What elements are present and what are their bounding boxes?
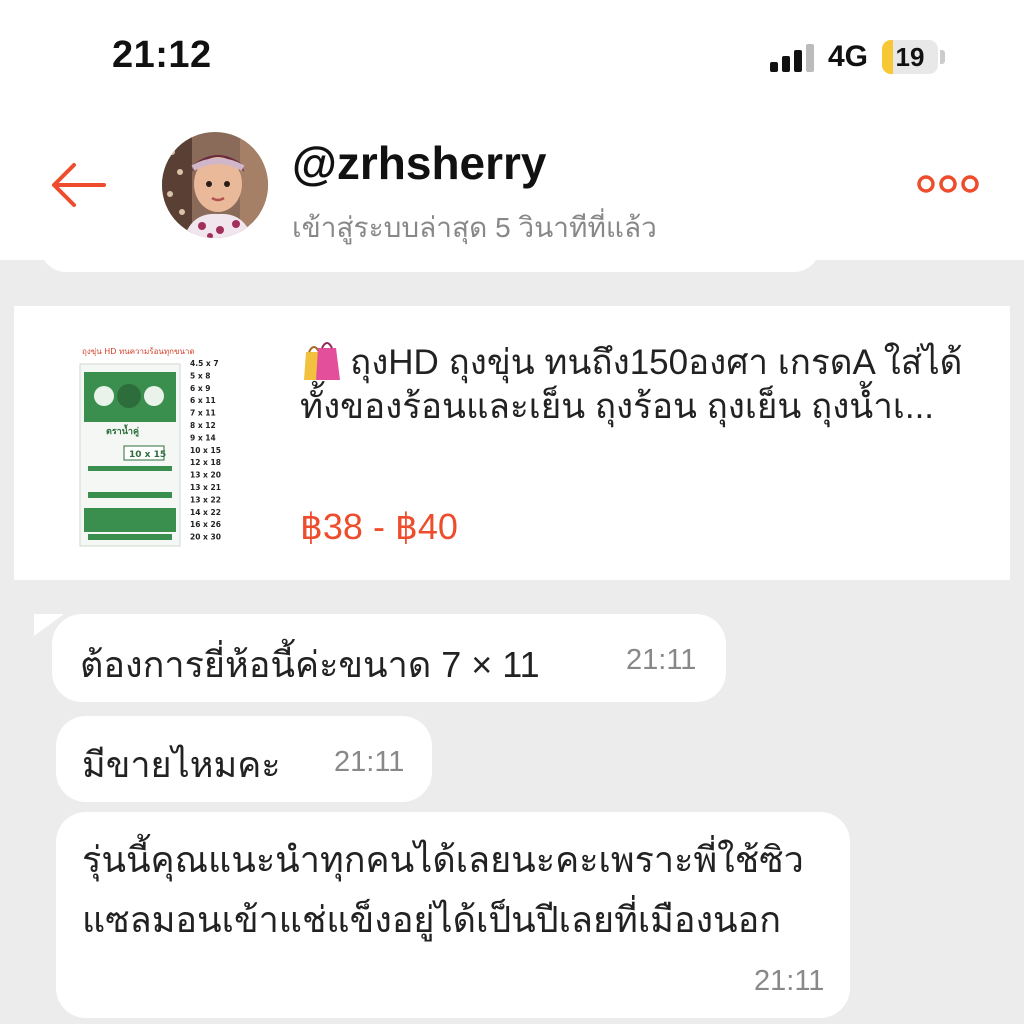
message-text: รุ่นนี้คุณแนะนำทุกคนได้เลยนะคะเพราะพี่ใช… [82, 839, 804, 940]
message-bubble[interactable]: มีขายไหมคะ 21:11 [56, 716, 432, 802]
message-time: 21:11 [754, 965, 825, 997]
more-dots-icon[interactable] [916, 170, 980, 198]
product-size-label: 6 x 11 [190, 396, 216, 405]
message-time: 21:11 [334, 746, 405, 778]
product-size-label: 9 x 14 [190, 433, 216, 442]
message-time: 21:11 [626, 644, 697, 676]
product-title-text: ถุงHD ถุงขุ่น ทนถึง150องศา เกรดA ใส่ได้ท… [300, 343, 963, 426]
previous-message-bubble [40, 260, 820, 272]
signal-icon [770, 44, 816, 72]
chat-header: @zrhsherry เข้าสู่ระบบล่าสุด 5 วินาทีที่… [0, 110, 1024, 260]
battery-tip [940, 50, 945, 64]
product-image-size: 10 x 15 [129, 450, 166, 460]
product-card[interactable]: ถุงขุ่น HD ทนความร้อนทุกขนาด ตราน้ำคู่ 1… [14, 306, 1010, 580]
chat-username[interactable]: @zrhsherry [292, 136, 547, 190]
product-size-label: 16 x 26 [190, 520, 221, 529]
product-size-label: 14 x 22 [190, 508, 221, 517]
product-image: ถุงขุ่น HD ทนความร้อนทุกขนาด ตราน้ำคู่ 1… [74, 342, 244, 552]
product-size-label: 4.5 x 7 [190, 359, 219, 368]
avatar[interactable] [162, 132, 268, 238]
product-size-label: 5 x 8 [190, 371, 211, 380]
product-size-label: 6 x 9 [190, 384, 211, 393]
product-size-label: 13 x 20 [190, 471, 221, 480]
network-type: 4G [828, 40, 869, 73]
product-image-header: ถุงขุ่น HD ทนความร้อนทุกขนาด [82, 347, 195, 356]
message-text: มีขายไหมคะ [82, 744, 281, 785]
product-size-label: 7 x 11 [190, 409, 216, 418]
chat-area[interactable]: ถุงขุ่น HD ทนความร้อนทุกขนาด ตราน้ำคู่ 1… [0, 260, 1024, 1024]
last-seen-status: เข้าสู่ระบบล่าสุด 5 วินาทีที่แล้ว [292, 212, 657, 243]
product-size-label: 12 x 18 [190, 458, 221, 467]
product-size-label: 10 x 15 [190, 446, 221, 455]
product-size-label: 13 x 22 [190, 495, 221, 504]
shopping-bags-icon [300, 340, 342, 380]
message-bubble[interactable]: ต้องการยี่ห้อนี้ค่ะขนาด 7 × 11 21:11 [52, 614, 726, 702]
product-size-label: 20 x 30 [190, 533, 221, 542]
product-price: ฿38 - ฿40 [300, 506, 458, 547]
status-bar: 21:12 4G 19 [0, 0, 1024, 110]
product-size-label: 8 x 12 [190, 421, 216, 430]
status-time: 21:12 [112, 34, 212, 76]
battery-level: 19 [895, 42, 925, 72]
battery-icon: 19 [882, 40, 938, 74]
product-title[interactable]: ถุงHD ถุงขุ่น ทนถึง150องศา เกรดA ใส่ได้ท… [300, 340, 990, 429]
message-bubble[interactable]: รุ่นนี้คุณแนะนำทุกคนได้เลยนะคะเพราะพี่ใช… [56, 812, 850, 1018]
product-size-label: 13 x 21 [190, 483, 221, 492]
arrow-left-icon[interactable] [48, 160, 108, 210]
message-text: ต้องการยี่ห้อนี้ค่ะขนาด 7 × 11 [80, 644, 540, 685]
